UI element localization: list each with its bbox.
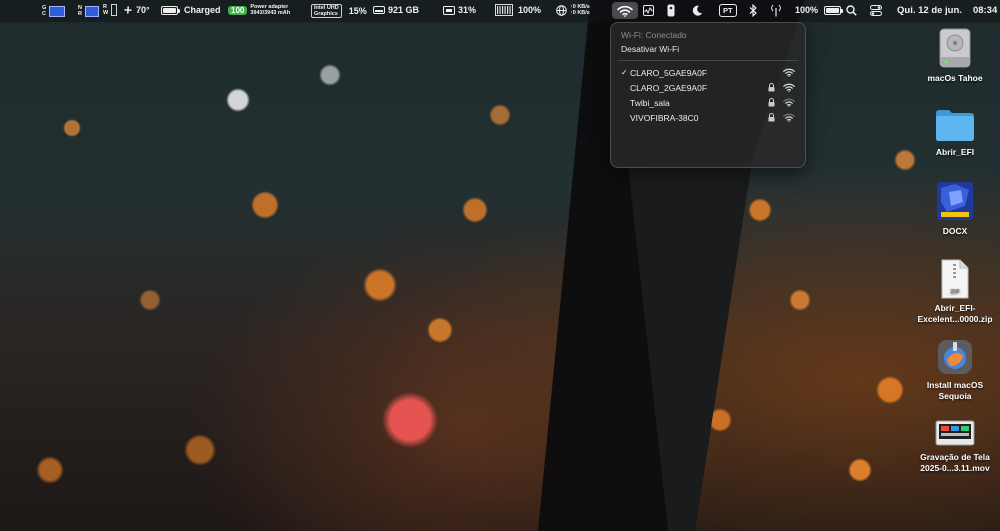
battery-charging-icon — [161, 5, 180, 15]
installer-icon — [936, 338, 974, 376]
activity-monitor-button[interactable] — [643, 5, 654, 16]
video-file-icon — [935, 418, 975, 448]
wifi-signal-icon — [781, 98, 795, 107]
svg-text:ZIP: ZIP — [950, 289, 959, 295]
wifi-menu-button[interactable] — [612, 2, 638, 19]
lock-icon — [761, 83, 781, 92]
wallpaper-pillar-edge — [628, 160, 752, 531]
cpu-graph-icon[interactable]: GC — [42, 5, 65, 17]
desktop-icon-abrir-efi-zip[interactable]: ZIP Abrir_EFI- Excelent...0000.zip — [910, 259, 1000, 325]
spotlight-button[interactable] — [846, 5, 857, 16]
wifi-status-label: Wi-Fi: Conectado — [621, 30, 687, 40]
menu-bar: GC NR RW 70° Charged 100 Power adapter 39… — [0, 0, 1000, 22]
bluetooth-icon — [749, 4, 757, 17]
disk-graph-icon[interactable]: RW — [103, 4, 118, 16]
battery-status-widget[interactable]: Charged — [161, 5, 221, 15]
search-icon — [846, 5, 857, 16]
network-name: CLARO_5GAE9A0F — [630, 67, 708, 78]
gpu-percent: 15% — [348, 6, 367, 16]
input-source-label: PT — [719, 4, 737, 17]
wifi-network-item[interactable]: Twibi_sala — [621, 95, 795, 110]
network-name: Twibi_sala — [630, 97, 670, 108]
network-name: VIVOFIBRA-38C0 — [630, 112, 699, 123]
desktop-icon-install-macos-sequoia[interactable]: Install macOS Sequoia — [910, 338, 1000, 402]
memory-icon — [495, 4, 513, 16]
date-label: Qui. 12 de jun. — [897, 5, 962, 16]
toggles-icon — [870, 5, 882, 16]
app-icon — [935, 180, 975, 222]
control-button[interactable] — [667, 4, 675, 17]
memory-graph-icon[interactable]: NR — [78, 5, 99, 17]
desktop-icon-label: Abrir_EFI — [935, 147, 975, 157]
desktop-icon-label-line2: Excelent...0000.zip — [917, 314, 993, 324]
battery-percent: 100% — [795, 5, 819, 15]
desktop-icon-docx[interactable]: DOCX — [910, 180, 1000, 237]
wifi-network-item[interactable]: VIVOFIBRA-38C0 — [621, 110, 795, 125]
wifi-network-item[interactable]: CLARO_2GAE9A0F — [621, 80, 795, 95]
wifi-signal-icon — [781, 68, 795, 77]
gpu-widget[interactable]: Intel UHD Graphics 15% — [311, 4, 367, 18]
temperature-widget[interactable]: 70° — [123, 5, 150, 15]
wifi-network-item[interactable]: ✓ CLARO_5GAE9A0F — [621, 65, 795, 80]
fan-icon — [124, 6, 132, 14]
cpu-widget[interactable]: 31% — [443, 5, 476, 15]
hard-drive-icon — [937, 27, 973, 69]
desktop-icon-label: macOs Tahoe — [927, 73, 983, 83]
clock[interactable]: Qui. 12 de jun. 08:34 — [897, 5, 997, 16]
control-center-button[interactable] — [870, 5, 882, 16]
wifi-signal-icon — [781, 83, 795, 92]
power-adapter-capacity: 3943/3943 mAh — [250, 10, 291, 16]
zip-file-icon: ZIP — [940, 259, 970, 299]
moon-icon — [692, 5, 703, 16]
wifi-signal-icon — [781, 113, 795, 122]
wifi-toggle-item[interactable]: Desativar Wi-Fi — [621, 42, 795, 59]
desktop-icon-label-line1: Install macOS — [926, 380, 984, 390]
power-adapter-widget[interactable]: 100 Power adapter 3943/3943 mAh — [228, 4, 290, 16]
folder-icon — [934, 107, 976, 143]
remote-icon — [667, 4, 675, 17]
input-source-button[interactable]: PT — [719, 4, 737, 17]
checkmark-icon: ✓ — [621, 68, 628, 77]
desktop-icon-label: DOCX — [942, 226, 968, 236]
lock-icon — [761, 113, 781, 122]
desktop-icon-label-line2: 2025-0...3.11.mov — [920, 463, 990, 473]
desktop-icon-macos-tahoe[interactable]: macOs Tahoe — [910, 27, 1000, 84]
focus-button[interactable] — [692, 5, 703, 16]
disk-widget[interactable]: 921 GB — [373, 5, 419, 15]
activity-chart-icon — [643, 5, 654, 16]
memory-percent: 100% — [518, 5, 542, 15]
temperature-value: 70° — [136, 5, 150, 15]
bluetooth-button[interactable] — [749, 4, 757, 17]
wifi-icon — [617, 5, 633, 17]
cpu-icon — [443, 5, 455, 15]
net-download: ↑0 KB/s — [570, 10, 590, 16]
desktop-icon-label-line1: Gravação de Tela — [920, 452, 990, 462]
menu-separator — [617, 60, 799, 61]
desktop-icon-abrir-efi[interactable]: Abrir_EFI — [910, 107, 1000, 158]
antenna-icon — [771, 4, 781, 17]
cpu-percent: 31% — [458, 5, 477, 15]
battery-icon — [824, 5, 844, 15]
battery-menu-button[interactable]: 100% — [795, 5, 844, 15]
desktop-icon-label-line2: Sequoia — [938, 391, 972, 401]
gpu-chip-icon: Intel UHD Graphics — [311, 4, 342, 18]
desktop-icon-label-line1: Abrir_EFI- — [934, 303, 976, 313]
globe-icon — [556, 4, 567, 16]
wifi-dropdown-menu: Wi-Fi: Conectado Desativar Wi-Fi ✓ CLARO… — [610, 22, 806, 168]
lock-icon — [761, 98, 781, 107]
battery-status-label: Charged — [184, 5, 221, 15]
memory-widget[interactable]: 100% — [495, 4, 541, 16]
time-label: 08:34 — [972, 5, 998, 16]
power-badge: 100 — [228, 5, 248, 15]
drive-icon — [373, 6, 385, 14]
desktop-icon-screen-recording[interactable]: Gravação de Tela 2025-0...3.11.mov — [910, 418, 1000, 474]
network-widget[interactable]: ↑0 KB/s ↑0 KB/s — [556, 4, 590, 16]
disk-free: 921 GB — [388, 5, 420, 15]
wallpaper-pillar — [538, 0, 805, 531]
hotspot-button[interactable] — [771, 4, 781, 17]
network-name: CLARO_2GAE9A0F — [630, 82, 708, 93]
